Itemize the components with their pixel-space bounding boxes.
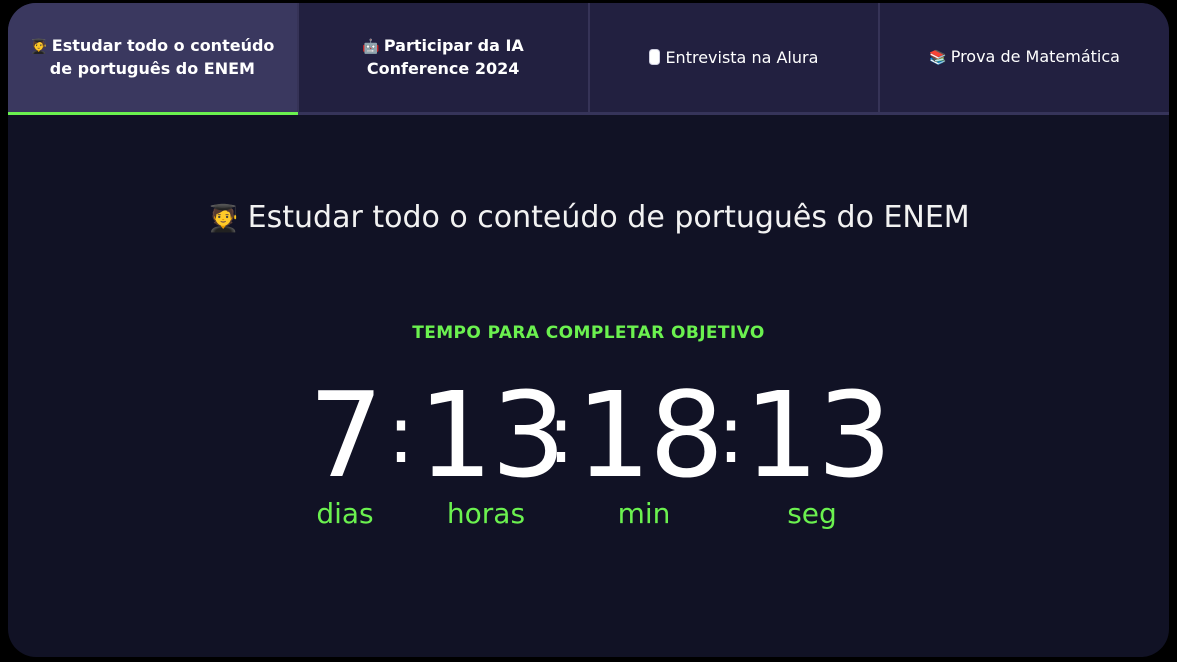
countdown: 7 dias : 13 horas : 18 min : 13 seg: [8, 373, 1169, 533]
countdown-days: 7 dias: [308, 366, 383, 531]
student-icon: 🧑‍🎓: [30, 39, 48, 55]
app-window: 🧑‍🎓 Estudar todo o conteúdo de português …: [8, 3, 1169, 657]
minutes-value: 18: [576, 366, 724, 504]
tab-label: Estudar todo o conteúdo de português do …: [49, 36, 275, 78]
seconds-value: 13: [744, 366, 892, 504]
tab-estudar-portugues[interactable]: 🧑‍🎓 Estudar todo o conteúdo de português …: [8, 3, 297, 112]
active-tab-indicator: [8, 112, 298, 115]
student-icon: 🧑‍🎓: [207, 204, 240, 234]
days-label: dias: [316, 497, 374, 530]
objective-title: 🧑‍🎓 Estudar todo o conteúdo de português …: [8, 198, 1169, 239]
objective-title-text: Estudar todo o conteúdo de português do …: [247, 200, 970, 235]
tab-prova-matematica[interactable]: 📚 Prova de Matemática: [878, 3, 1169, 112]
objective-tabs: 🧑‍🎓 Estudar todo o conteúdo de português …: [8, 3, 1169, 112]
tab-ia-conference[interactable]: 🤖 Participar da IA Conference 2024: [296, 3, 588, 112]
countdown-seconds: 13 seg: [744, 366, 892, 531]
days-value: 7: [308, 366, 383, 504]
countdown-minutes: 18 min: [576, 366, 724, 531]
timer-label: TEMPO PARA COMPLETAR OBJETIVO: [412, 323, 765, 343]
tab-entrevista-alura[interactable]: Entrevista na Alura: [587, 3, 879, 112]
hours-value: 13: [418, 366, 566, 504]
robot-icon: 🤖: [362, 39, 380, 55]
colon-separator: :: [717, 388, 745, 481]
tab-underline-track: [8, 112, 1169, 115]
books-icon: 📚: [929, 50, 947, 66]
document-icon: [649, 48, 661, 65]
countdown-hours: 13 horas: [418, 366, 566, 531]
tab-label: Prova de Matemática: [950, 47, 1120, 66]
colon-separator: :: [547, 388, 575, 481]
tab-label: Participar da IA Conference 2024: [366, 36, 524, 78]
tab-label: Entrevista na Alura: [665, 47, 819, 67]
colon-separator: :: [387, 388, 415, 481]
